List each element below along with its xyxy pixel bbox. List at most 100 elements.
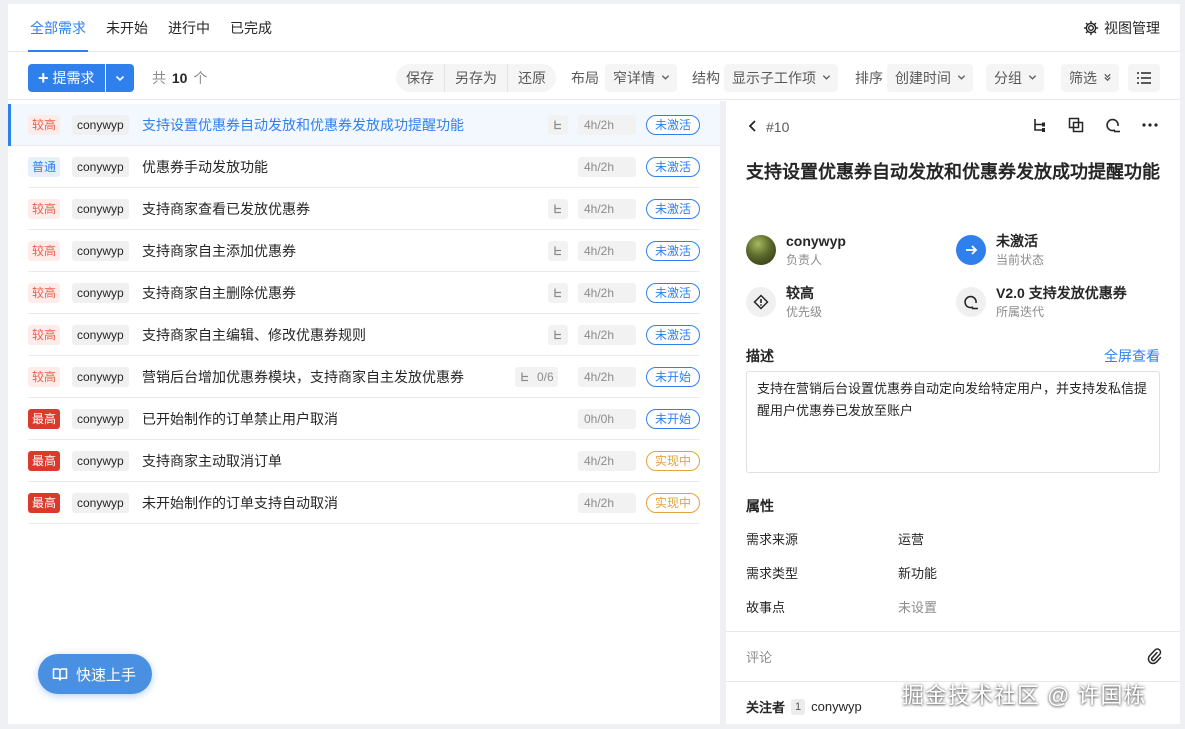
item-title: 未开始制作的订单支持自动取消: [142, 495, 338, 511]
subtask-indicator[interactable]: [548, 241, 568, 261]
list-item[interactable]: 最高 conywyp 未开始制作的订单支持自动取消 4h/2h 实现中: [28, 482, 700, 524]
list-item[interactable]: 较高 conywyp 支持商家自主编辑、修改优惠券规则 4h/2h 未激活: [28, 314, 700, 356]
subtask-tree-button[interactable]: [1029, 115, 1049, 135]
chevron-down-icon: [115, 75, 124, 82]
structure-label: 结构: [692, 70, 720, 86]
status-badge[interactable]: 未激活: [646, 241, 700, 261]
add-requirement-dropdown[interactable]: [105, 64, 134, 92]
owner-tag: conywyp: [72, 199, 129, 219]
priority-badge: 普通: [28, 157, 61, 177]
subtask-indicator[interactable]: 0/6: [515, 367, 558, 387]
divider: [726, 631, 1180, 632]
filter-select[interactable]: 筛选: [1061, 64, 1119, 92]
prop-value[interactable]: 未设置: [898, 597, 937, 616]
layout-label: 布局: [571, 70, 599, 86]
more-button[interactable]: [1140, 115, 1160, 135]
chevron-down-icon: [661, 75, 670, 80]
group-select[interactable]: 分组: [986, 64, 1044, 92]
list-item[interactable]: 较高 conywyp 营销后台增加优惠券模块，支持商家自主发放优惠券 0/6 4…: [28, 356, 700, 398]
item-title: 已开始制作的订单禁止用户取消: [142, 411, 338, 427]
add-requirement-button[interactable]: + 提需求: [28, 64, 105, 92]
item-title: 支持商家主动取消订单: [142, 453, 282, 469]
list-item[interactable]: 最高 conywyp 已开始制作的订单禁止用户取消 0h/0h 未开始: [28, 398, 700, 440]
priority-badge: 最高: [28, 409, 61, 429]
item-title: 支持商家自主编辑、修改优惠券规则: [142, 327, 366, 343]
item-title: 支持设置优惠券自动发放和优惠券发放成功提醒功能: [142, 117, 464, 133]
tab-done[interactable]: 已完成: [228, 4, 274, 52]
quick-start-button[interactable]: 快速上手: [38, 654, 152, 694]
list-item[interactable]: 较高 conywyp 支持商家自主删除优惠券 4h/2h 未激活: [28, 272, 700, 314]
list-item[interactable]: 最高 conywyp 支持商家主动取消订单 4h/2h 实现中: [28, 440, 700, 482]
paperclip-icon[interactable]: [1146, 647, 1162, 665]
priority-badge: 较高: [28, 241, 61, 261]
save-as-button[interactable]: 另存为: [445, 64, 508, 92]
priority-field[interactable]: 较高 优先级: [746, 283, 946, 323]
owner-tag: conywyp: [72, 451, 129, 471]
owner-tag: conywyp: [72, 409, 129, 429]
status-badge[interactable]: 未激活: [646, 283, 700, 303]
priority-badge: 较高: [28, 199, 61, 219]
subtask-icon: [521, 372, 528, 382]
detail-title[interactable]: 支持设置优惠券自动发放和优惠券发放成功提醒功能: [746, 159, 1166, 186]
priority-badge: 最高: [28, 493, 61, 513]
prop-value[interactable]: 运营: [898, 529, 924, 548]
list-icon: [1137, 72, 1151, 84]
tab-in-progress[interactable]: 进行中: [166, 4, 212, 52]
layout-select[interactable]: 窄详情: [605, 64, 677, 92]
tab-not-started[interactable]: 未开始: [104, 4, 150, 52]
status-badge[interactable]: 未激活: [646, 325, 700, 345]
owner-field[interactable]: conywyp 负责人: [746, 231, 946, 271]
subtask-icon: [554, 330, 561, 340]
chevron-down-icon: [1028, 75, 1037, 80]
double-chevron-down-icon: [1104, 73, 1111, 82]
subtask-indicator[interactable]: [548, 283, 568, 303]
copy-button[interactable]: [1066, 115, 1086, 135]
status-badge[interactable]: 未激活: [646, 199, 700, 219]
subtask-indicator[interactable]: [548, 199, 568, 219]
comment-input[interactable]: 评论: [746, 647, 772, 666]
gear-icon: [1083, 20, 1099, 36]
restore-button[interactable]: 还原: [508, 64, 556, 92]
priority-badge: 较高: [28, 115, 61, 135]
iteration-field[interactable]: V2.0 支持发放优惠券 所属迭代: [956, 283, 1156, 323]
list-view-button[interactable]: [1128, 64, 1160, 92]
save-view-button[interactable]: 保存: [396, 64, 445, 92]
tab-all[interactable]: 全部需求: [28, 4, 88, 52]
prop-value[interactable]: 新功能: [898, 563, 937, 582]
priority-icon: [746, 287, 776, 317]
status-badge[interactable]: 实现中: [646, 493, 700, 513]
status-badge[interactable]: 未激活: [646, 115, 700, 135]
status-badge[interactable]: 未激活: [646, 157, 700, 177]
status-badge[interactable]: 未开始: [646, 367, 700, 387]
description-box[interactable]: 支持在营销后台设置优惠券自动定向发给特定用户，并支持发私信提醒用户优惠券已发放至…: [746, 371, 1160, 473]
state-field[interactable]: 未激活 当前状态: [956, 231, 1156, 271]
status-badge[interactable]: 实现中: [646, 451, 700, 471]
followers[interactable]: 关注者 1 conywyp: [746, 697, 862, 716]
subtask-indicator[interactable]: [548, 325, 568, 345]
sort-select[interactable]: 创建时间: [887, 64, 973, 92]
item-title: 支持商家自主删除优惠券: [142, 285, 296, 301]
list-item[interactable]: 普通 conywyp 优惠券手动发放功能 4h/2h 未激活: [28, 146, 700, 188]
list-item[interactable]: 较高 conywyp 支持商家查看已发放优惠券 4h/2h 未激活: [28, 188, 700, 230]
arrow-right-icon: [956, 235, 986, 265]
list-item[interactable]: 较高 conywyp 支持设置优惠券自动发放和优惠券发放成功提醒功能 4h/2h…: [8, 104, 720, 146]
priority-label: 优先级: [786, 305, 823, 319]
iteration-button[interactable]: [1103, 115, 1123, 135]
fullscreen-link[interactable]: 全屏查看: [1104, 346, 1160, 366]
hours-estimate: 4h/2h: [578, 325, 636, 345]
view-manage-button[interactable]: 视图管理: [1083, 4, 1160, 52]
list-item[interactable]: 较高 conywyp 支持商家自主添加优惠券 4h/2h 未激活: [28, 230, 700, 272]
chevron-left-icon[interactable]: [746, 119, 760, 133]
iteration-value: V2.0 支持发放优惠券: [996, 285, 1127, 301]
view-save-group: 保存 另存为 还原: [396, 64, 556, 92]
plus-icon: +: [38, 68, 49, 88]
followers-count: 1: [791, 698, 806, 715]
detail-toolbar: [1012, 115, 1160, 135]
structure-select[interactable]: 显示子工作项: [724, 64, 838, 92]
more-icon: [1142, 123, 1158, 127]
hours-estimate: 4h/2h: [578, 157, 636, 177]
hours-estimate: 4h/2h: [578, 367, 636, 387]
subtask-indicator[interactable]: [548, 115, 568, 135]
status-badge[interactable]: 未开始: [646, 409, 700, 429]
subtask-icon: [554, 246, 561, 256]
